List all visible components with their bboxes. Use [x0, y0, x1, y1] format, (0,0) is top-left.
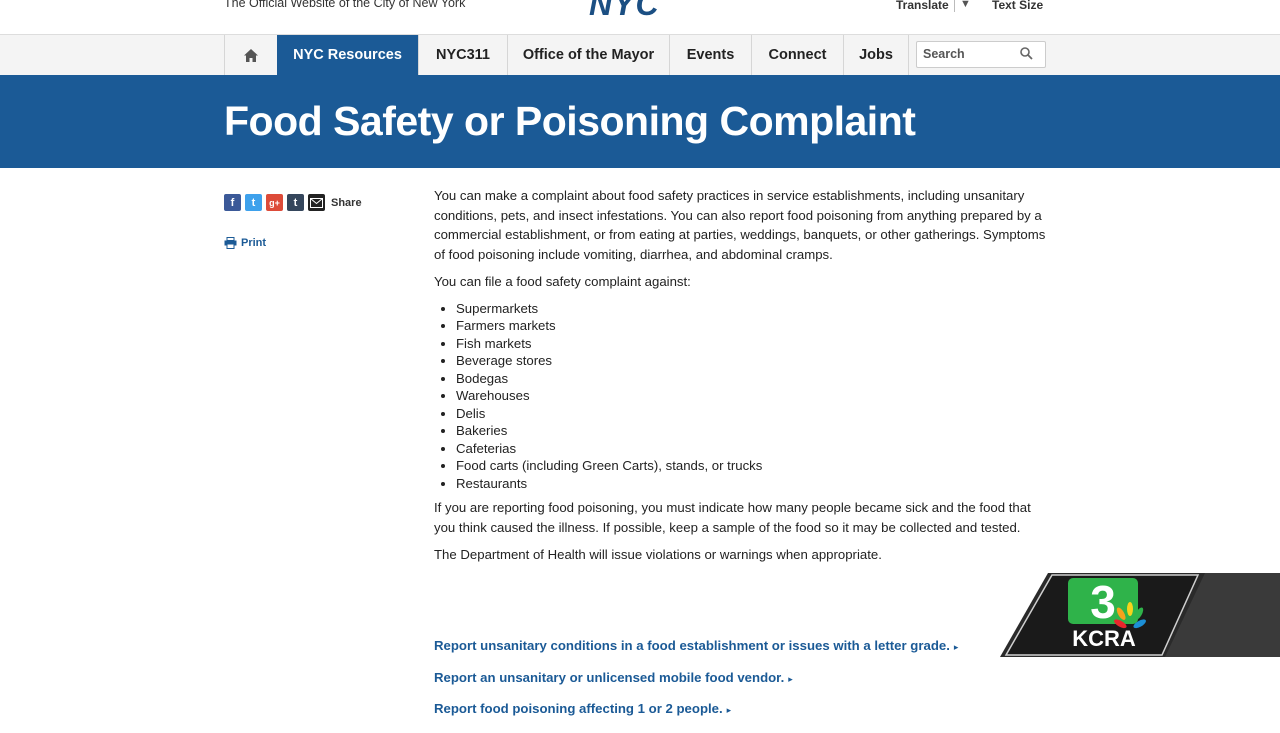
establishment-list: Supermarkets Farmers markets Fish market…: [434, 300, 1049, 493]
list-item: Farmers markets: [456, 317, 1049, 335]
nav-list: NYC Resources NYC311 Office of the Mayor…: [224, 35, 909, 75]
list-item: Bakeries: [456, 422, 1049, 440]
intro-paragraph: You can make a complaint about food safe…: [434, 188, 1046, 262]
nav-item-jobs[interactable]: Jobs: [843, 35, 909, 75]
text-size-button[interactable]: Text Size: [992, 0, 1043, 12]
link-report-mobile-food-vendor[interactable]: Report an unsanitary or unlicensed mobil…: [434, 670, 958, 702]
arrow-right-icon: ▸: [953, 642, 959, 652]
search-icon[interactable]: [1020, 47, 1033, 60]
list-item: Cafeterias: [456, 440, 1049, 458]
list-item: Warehouses: [456, 387, 1049, 405]
list-intro: You can file a food safety complaint aga…: [434, 274, 691, 289]
list-item: Beverage stores: [456, 352, 1049, 370]
list-item: Fish markets: [456, 335, 1049, 353]
main-nav: NYC Resources NYC311 Office of the Mayor…: [0, 35, 1280, 76]
share-bar: f t g+ t Share: [224, 194, 362, 211]
poisoning-paragraph: If you are reporting food poisoning, you…: [434, 500, 1031, 535]
nav-item-office-of-the-mayor[interactable]: Office of the Mayor: [507, 35, 669, 75]
kcra-station-logo: 3 KCRA: [1000, 573, 1280, 657]
report-links: Report unsanitary conditions in a food e…: [434, 638, 958, 733]
google-plus-icon[interactable]: g+: [266, 194, 283, 211]
translate-divider: [954, 0, 955, 12]
email-icon[interactable]: [308, 194, 325, 211]
twitter-icon[interactable]: t: [245, 194, 262, 211]
nav-item-nyc311[interactable]: NYC311: [418, 35, 507, 75]
list-item: Food carts (including Green Carts), stan…: [456, 457, 1049, 475]
print-icon: [224, 237, 237, 249]
home-button[interactable]: [224, 35, 277, 75]
facebook-icon[interactable]: f: [224, 194, 241, 211]
print-label: Print: [241, 237, 267, 249]
link-report-unsanitary-conditions[interactable]: Report unsanitary conditions in a food e…: [434, 638, 958, 670]
list-item: Delis: [456, 405, 1049, 423]
list-item: Restaurants: [456, 475, 1049, 493]
nav-item-connect[interactable]: Connect: [751, 35, 843, 75]
nav-item-events[interactable]: Events: [669, 35, 751, 75]
link-label: Report food poisoning affecting 1 or 2 p…: [434, 701, 723, 716]
kcra-channel-number: 3: [1090, 576, 1116, 628]
nav-item-nyc-resources[interactable]: NYC Resources: [277, 35, 418, 75]
share-label[interactable]: Share: [331, 197, 362, 209]
tumblr-icon[interactable]: t: [287, 194, 304, 211]
top-bar: The Official Website of the City of New …: [0, 0, 1280, 35]
list-item: Supermarkets: [456, 300, 1049, 318]
link-label: Report unsanitary conditions in a food e…: [434, 638, 950, 653]
doh-paragraph: The Department of Health will issue viol…: [434, 547, 882, 562]
home-icon: [244, 48, 258, 62]
kcra-station-name: KCRA: [1072, 626, 1136, 651]
search-input[interactable]: Search: [916, 41, 1046, 68]
arrow-right-icon: ▸: [788, 673, 793, 684]
list-item: Bodegas: [456, 370, 1049, 388]
link-report-food-poisoning[interactable]: Report food poisoning affecting 1 or 2 p…: [434, 701, 958, 733]
site-tagline: The Official Website of the City of New …: [224, 0, 466, 10]
main-content: You can make a complaint about food safe…: [434, 186, 1049, 573]
arrow-right-icon: ▸: [726, 705, 732, 715]
link-label: Report an unsanitary or unlicensed mobil…: [434, 669, 785, 685]
translate-button[interactable]: Translate: [896, 0, 949, 12]
print-button[interactable]: Print: [224, 237, 266, 249]
page-title: Food Safety or Poisoning Complaint: [224, 98, 916, 144]
translate-caret-icon[interactable]: ▼: [960, 0, 971, 10]
search-placeholder: Search: [923, 47, 965, 61]
nyc-logo[interactable]: NYC: [589, 0, 660, 23]
